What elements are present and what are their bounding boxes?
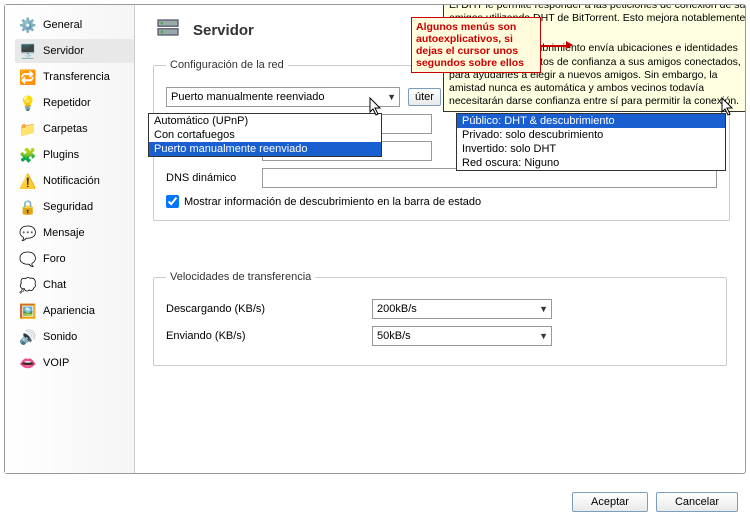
nat-mode-combo[interactable]: [166, 87, 400, 107]
dyndns-input[interactable]: [262, 168, 717, 188]
sidebar-item-label: Apariencia: [43, 305, 95, 317]
download-label: Descargando (KB/s): [166, 303, 366, 315]
show-discovery-checkbox[interactable]: [166, 195, 179, 208]
upload-label: Enviando (KB/s): [166, 330, 366, 342]
sidebar-item-label: VOIP: [43, 357, 69, 369]
dropdown-option[interactable]: Con cortafuegos: [149, 128, 381, 142]
sidebar-item-seguridad[interactable]: 🔒 Seguridad: [15, 195, 134, 219]
sidebar-item-servidor[interactable]: 🖥️ Servidor: [15, 39, 134, 63]
sidebar-item-mensaje[interactable]: 💬 Mensaje: [15, 221, 134, 245]
sidebar-icon: 💡: [19, 94, 37, 112]
sidebar-item-label: Sonido: [43, 331, 77, 343]
sidebar-item-chat[interactable]: 💭 Chat: [15, 273, 134, 297]
fieldset-legend: Configuración de la red: [166, 59, 288, 71]
sidebar-icon: 🧩: [19, 146, 37, 164]
download-speed-combo[interactable]: [372, 299, 552, 319]
sidebar-icon: 👄: [19, 354, 37, 372]
sidebar-icon: ⚙️: [19, 16, 37, 34]
sidebar-item-label: Plugins: [43, 149, 79, 161]
sidebar-item-notificación[interactable]: ⚠️ Notificación: [15, 169, 134, 193]
sidebar-item-label: Chat: [43, 279, 66, 291]
dropdown-option[interactable]: Puerto manualmente reenviado: [149, 142, 381, 156]
settings-dialog: ⚙️ General 🖥️ Servidor 🔁 Transferencia 💡 Repeti…: [4, 4, 746, 474]
dyndns-label: DNS dinámico: [166, 172, 256, 184]
sidebar-item-label: Transferencia: [43, 71, 110, 83]
sidebar-icon: 💬: [19, 224, 37, 242]
sidebar: ⚙️ General 🖥️ Servidor 🔁 Transferencia 💡 Repeti…: [5, 5, 135, 473]
sidebar-item-label: General: [43, 19, 82, 31]
sidebar-icon: 🖼️: [19, 302, 37, 320]
dropdown-option[interactable]: Red oscura: Niguno: [457, 156, 725, 170]
sidebar-icon: 🔁: [19, 68, 37, 86]
discovery-mode-dropdown[interactable]: Público: DHT & descubrimientoPrivado: so…: [456, 113, 726, 171]
transfer-speed-fieldset: Velocidades de transferencia Descargando…: [153, 271, 727, 366]
sidebar-item-plugins[interactable]: 🧩 Plugins: [15, 143, 134, 167]
dialog-buttons: Aceptar Cancelar: [572, 492, 738, 512]
nat-mode-dropdown[interactable]: Automático (UPnP)Con cortafuegosPuerto m…: [148, 113, 382, 157]
ok-button[interactable]: Aceptar: [572, 492, 648, 512]
dropdown-option[interactable]: Público: DHT & descubrimiento: [457, 114, 725, 128]
page-title: Servidor: [193, 22, 254, 39]
sidebar-icon: 🔒: [19, 198, 37, 216]
sidebar-icon: 💭: [19, 276, 37, 294]
dropdown-option[interactable]: Invertido: solo DHT: [457, 142, 725, 156]
sidebar-item-transferencia[interactable]: 🔁 Transferencia: [15, 65, 134, 89]
sidebar-icon: ⚠️: [19, 172, 37, 190]
sidebar-item-label: Repetidor: [43, 97, 91, 109]
sidebar-item-label: Servidor: [43, 45, 84, 57]
sidebar-item-general[interactable]: ⚙️ General: [15, 13, 134, 37]
show-discovery-label: Mostrar información de descubrimiento en…: [184, 196, 481, 208]
dropdown-option[interactable]: Privado: solo descubrimiento: [457, 128, 725, 142]
sidebar-item-carpetas[interactable]: 📁 Carpetas: [15, 117, 134, 141]
sidebar-icon: 🖥️: [19, 42, 37, 60]
sidebar-item-label: Seguridad: [43, 201, 93, 213]
fieldset-legend: Velocidades de transferencia: [166, 271, 315, 283]
sidebar-item-sonido[interactable]: 🔊 Sonido: [15, 325, 134, 349]
cancel-button[interactable]: Cancelar: [656, 492, 738, 512]
dropdown-option[interactable]: Automático (UPnP): [149, 114, 381, 128]
sidebar-icon: 🗨️: [19, 250, 37, 268]
sidebar-item-label: Carpetas: [43, 123, 88, 135]
sidebar-item-apariencia[interactable]: 🖼️ Apariencia: [15, 299, 134, 323]
sidebar-item-label: Mensaje: [43, 227, 85, 239]
sidebar-item-voip[interactable]: 👄 VOIP: [15, 351, 134, 375]
server-icon: [153, 15, 183, 45]
sidebar-item-label: Notificación: [43, 175, 100, 187]
router-button[interactable]: úter: [408, 88, 441, 106]
annotation-callout: Algunos menús son autoexplicativos, si d…: [411, 17, 541, 73]
content-area: Servidor Algunos menús son autoexplicati…: [135, 5, 745, 473]
sidebar-item-repetidor[interactable]: 💡 Repetidor: [15, 91, 134, 115]
sidebar-item-foro[interactable]: 🗨️ Foro: [15, 247, 134, 271]
upload-speed-combo[interactable]: [372, 326, 552, 346]
sidebar-icon: 📁: [19, 120, 37, 138]
sidebar-item-label: Foro: [43, 253, 66, 265]
sidebar-icon: 🔊: [19, 328, 37, 346]
